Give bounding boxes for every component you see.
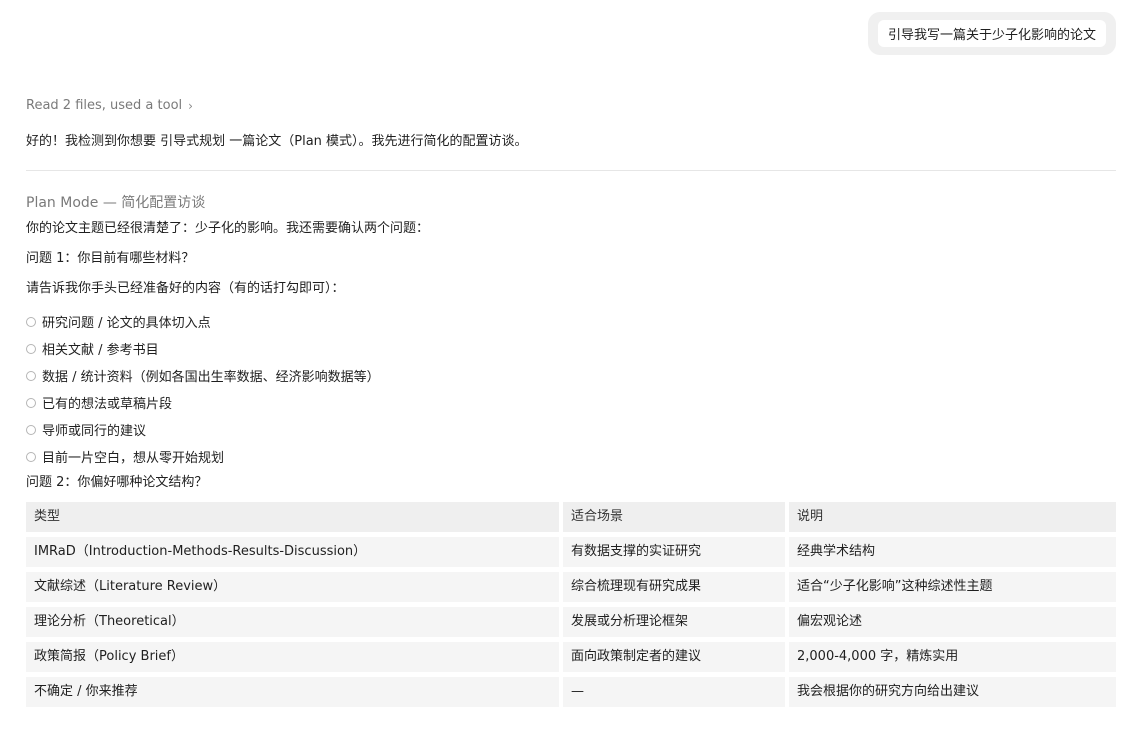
option-data[interactable]: 数据 / 统计资料（例如各国出生率数据、经济影响数据等） [26,362,1116,389]
table-header-cell: 适合场景 [563,502,789,532]
option-blank-start[interactable]: 目前一片空白，想从零开始规划 [26,443,1116,470]
chevron-right-icon: › [188,98,193,113]
materials-options: 研究问题 / 论文的具体切入点 相关文献 / 参考书目 数据 / 统计资料（例如… [26,308,1116,470]
option-advisor-advice[interactable]: 导师或同行的建议 [26,416,1116,443]
radio-circle-icon[interactable] [26,397,36,408]
table-cell: 不确定 / 你来推荐 [26,677,563,707]
option-label: 目前一片空白，想从零开始规划 [42,451,225,466]
option-label: 相关文献 / 参考书目 [42,343,159,358]
table-cell: 有数据支撑的实证研究 [563,537,789,567]
table-cell: 理论分析（Theoretical） [26,607,563,637]
question-1-title: 问题 1：你目前有哪些材料？ [26,251,195,266]
table-cell: 面向政策制定者的建议 [563,642,789,672]
plan-mode-section: Plan Mode — 简化配置访谈 你的论文主题已经很清楚了：少子化的影响。我… [26,192,1116,712]
option-label: 研究问题 / 论文的具体切入点 [42,316,211,331]
radio-circle-icon[interactable] [26,370,36,381]
tool-usage-summary[interactable]: Read 2 files, used a tool › [26,98,193,113]
table-row: 不确定 / 你来推荐 — 我会根据你的研究方向给出建议 [26,677,1116,707]
table-row: 政策简报（Policy Brief） 面向政策制定者的建议 2,000-4,00… [26,642,1116,672]
radio-circle-icon[interactable] [26,343,36,354]
table-header-row: 类型 适合场景 说明 [26,502,1116,532]
table-cell: IMRaD（Introduction-Methods-Results-Discu… [26,537,563,567]
table-cell: 政策简报（Policy Brief） [26,642,563,672]
radio-circle-icon[interactable] [26,451,36,462]
table-cell: — [563,677,789,707]
table-header-cell: 类型 [26,502,563,532]
section-title: Plan Mode — 简化配置访谈 [26,195,206,211]
radio-circle-icon[interactable] [26,424,36,435]
divider [26,170,1116,171]
table-cell: 文献综述（Literature Review） [26,572,563,602]
assistant-intro-text: 好的！我检测到你想要 引导式规划 一篇论文（Plan 模式）。我先进行简化的配置… [26,134,528,149]
option-literature[interactable]: 相关文献 / 参考书目 [26,335,1116,362]
option-ideas-drafts[interactable]: 已有的想法或草稿片段 [26,389,1116,416]
question-1-prompt: 请告诉我你手头已经准备好的内容（有的话打勾即可）： [26,281,345,296]
table-row: IMRaD（Introduction-Methods-Results-Discu… [26,537,1116,567]
user-message-bubble: 引导我写一篇关于少子化影响的论文 [867,12,1116,55]
table-row: 理论分析（Theoretical） 发展或分析理论框架 偏宏观论述 [26,607,1116,637]
question-2-title: 问题 2：你偏好哪种论文结构？ [26,475,208,490]
table-cell: 2,000-4,000 字，精炼实用 [797,649,959,664]
option-label: 数据 / 统计资料（例如各国出生率数据、经济影响数据等） [42,370,380,385]
table-cell: 经典学术结构 [797,544,876,559]
structure-table: 类型 适合场景 说明 IMRaD（Introduction-Methods-Re… [26,502,1116,707]
option-label: 已有的想法或草稿片段 [42,397,173,412]
topic-line: 你的论文主题已经很清楚了：少子化的影响。我还需要确认两个问题： [26,221,430,236]
user-message-text: 引导我写一篇关于少子化影响的论文 [877,20,1106,47]
table-header-cell: 说明 [797,509,824,524]
tool-usage-label: Read 2 files, used a tool [26,98,183,113]
table-cell: 我会根据你的研究方向给出建议 [797,684,980,699]
table-cell: 综合梳理现有研究成果 [563,572,789,602]
radio-circle-icon[interactable] [26,316,36,327]
option-research-question[interactable]: 研究问题 / 论文的具体切入点 [26,308,1116,335]
table-cell: 适合“少子化影响”这种综述性主题 [797,579,993,594]
table-row: 文献综述（Literature Review） 综合梳理现有研究成果 适合“少子… [26,572,1116,602]
option-label: 导师或同行的建议 [42,424,147,439]
table-cell: 发展或分析理论框架 [563,607,789,637]
table-cell: 偏宏观论述 [797,614,863,629]
